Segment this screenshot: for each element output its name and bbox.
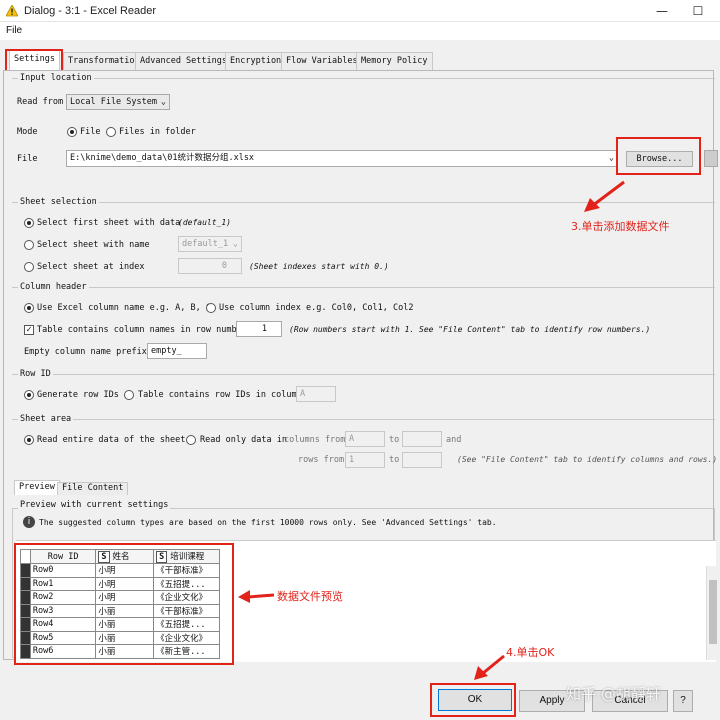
sheet-selection-title: Sheet selection — [18, 197, 99, 207]
sheet-index-note: (Sheet indexes start with 0.) — [249, 262, 389, 271]
sheet-area-note: (See "File Content" tab to identify colu… — [457, 455, 718, 464]
mode-folder-label: Files in folder — [119, 127, 196, 137]
rows-to-label: to — [389, 455, 400, 465]
minimize-button[interactable]: — — [652, 2, 672, 20]
info-icon: i — [23, 516, 35, 528]
sheet-name-radio[interactable] — [24, 240, 34, 250]
title-bar: Dialog - 3:1 - Excel Reader — ☐ — [0, 0, 720, 22]
excel-column-radio[interactable] — [24, 303, 34, 313]
chevron-down-icon: ⌄ — [232, 239, 238, 249]
rows-from-value: 1 — [349, 455, 355, 465]
sheet-first-radio[interactable] — [24, 218, 34, 228]
empty-prefix-value: empty_ — [151, 346, 182, 356]
file-label: File — [17, 154, 38, 164]
file-path-value: E:\knime\demo_data\01统计数据分组.xlsx — [70, 153, 255, 163]
columns-from-input[interactable]: A — [345, 431, 385, 447]
row-number-value: 1 — [261, 324, 267, 334]
column-names-checkbox[interactable]: ✓ — [24, 325, 34, 335]
column-header-title: Column header — [18, 282, 89, 292]
preview-highlight — [14, 543, 234, 665]
sheet-index-value: 0 — [221, 261, 227, 271]
sheet-area-title: Sheet area — [18, 414, 74, 424]
read-only-radio[interactable] — [186, 435, 196, 445]
tab-advanced-settings[interactable]: Advanced Settings — [135, 52, 232, 70]
rows-to-input[interactable] — [402, 452, 442, 468]
file-path-input[interactable]: E:\knime\demo_data\01统计数据分组.xlsx ⌄ — [66, 150, 618, 167]
preview-scrollbar[interactable] — [706, 566, 718, 660]
sheet-name-value: default_1 — [182, 239, 229, 249]
columns-from-label: columns from — [284, 435, 346, 445]
rows-from-input[interactable]: 1 — [345, 452, 385, 468]
tab-preview[interactable]: Preview — [14, 480, 60, 495]
columns-to-label: to — [389, 435, 400, 445]
annotation-arrow-preview — [238, 590, 275, 603]
watermark: 知乎 @胡靜轩 — [566, 685, 661, 703]
read-from-select[interactable]: Local File System ⌄ — [66, 94, 170, 110]
annotation-arrow-browse — [584, 180, 625, 212]
mode-file-radio[interactable] — [67, 127, 77, 137]
scrollbar-thumb[interactable] — [709, 580, 717, 644]
help-button[interactable]: ? — [673, 690, 693, 712]
input-location-title: Input location — [18, 73, 94, 83]
row-id-column-input[interactable]: A — [296, 386, 336, 402]
tab-flow-variables[interactable]: Flow Variables — [281, 52, 363, 70]
read-from-value: Local File System — [70, 97, 157, 107]
empty-prefix-input[interactable]: empty_ — [147, 343, 207, 359]
menu-bar: File — [0, 22, 720, 40]
column-index-label: Use column index e.g. Col0, Col1, Col2 — [219, 303, 414, 313]
flow-variable-button[interactable] — [704, 150, 718, 167]
preview-title: Preview with current settings — [18, 500, 171, 510]
mode-label: Mode — [17, 127, 38, 137]
rows-from-label: rows from — [298, 455, 345, 465]
annotation-arrow-ok — [474, 654, 505, 680]
tab-encryption[interactable]: Encryption — [225, 52, 287, 70]
empty-prefix-label: Empty column name prefix: — [24, 347, 152, 357]
generate-row-ids-label: Generate row IDs — [37, 390, 119, 400]
read-only-label: Read only data in — [200, 435, 287, 445]
menu-file[interactable]: File — [6, 25, 22, 36]
mode-folder-radio[interactable] — [106, 127, 116, 137]
table-row-ids-label: Table contains row IDs in column — [138, 390, 302, 400]
sheet-first-label: Select first sheet with data — [37, 218, 181, 228]
tab-file-content[interactable]: File Content — [57, 482, 129, 495]
tab-memory-policy[interactable]: Memory Policy — [356, 52, 433, 70]
ok-highlight — [430, 683, 516, 717]
sheet-index-spinner[interactable]: 0 — [178, 258, 242, 274]
column-index-radio[interactable] — [206, 303, 216, 313]
preview-info-text: The suggested column types are based on … — [39, 518, 497, 527]
annotation-preview: 数据文件预览 — [277, 590, 343, 603]
annotation-step4: 4.单击OK — [506, 646, 555, 659]
table-row-ids-radio[interactable] — [124, 390, 134, 400]
and-label: and — [446, 435, 462, 445]
row-id-title: Row ID — [18, 369, 53, 379]
row-number-note: (Row numbers start with 1. See "File Con… — [289, 325, 651, 334]
mode-file-label: File — [80, 127, 101, 137]
read-entire-label: Read entire data of the sheet — [37, 435, 186, 445]
column-names-label: Table contains column names in row numbe… — [37, 325, 247, 335]
knime-warning-icon — [6, 5, 18, 17]
columns-from-value: A — [349, 434, 355, 444]
read-from-label: Read from — [17, 97, 64, 107]
columns-to-input[interactable] — [402, 431, 442, 447]
tab-transformation[interactable]: Transformation — [63, 52, 145, 70]
sheet-index-radio[interactable] — [24, 262, 34, 272]
window-title: Dialog - 3:1 - Excel Reader — [24, 5, 157, 17]
row-id-column-value: A — [300, 389, 306, 399]
sheet-name-label: Select sheet with name — [37, 240, 150, 250]
row-number-spinner[interactable]: 1 — [236, 321, 282, 337]
chevron-down-icon: ⌄ — [160, 97, 166, 107]
sheet-name-select[interactable]: default_1 ⌄ — [178, 236, 242, 252]
sheet-index-label: Select sheet at index — [37, 262, 145, 272]
annotation-step3: 3.单击添加数据文件 — [571, 220, 670, 233]
chevron-down-icon[interactable]: ⌄ — [609, 151, 614, 165]
sheet-first-note: (default_1) — [178, 218, 231, 227]
generate-row-ids-radio[interactable] — [24, 390, 34, 400]
read-entire-radio[interactable] — [24, 435, 34, 445]
browse-highlight — [616, 137, 701, 175]
maximize-button[interactable]: ☐ — [688, 2, 708, 20]
excel-column-label: Use Excel column name e.g. A, B, C — [37, 303, 211, 313]
